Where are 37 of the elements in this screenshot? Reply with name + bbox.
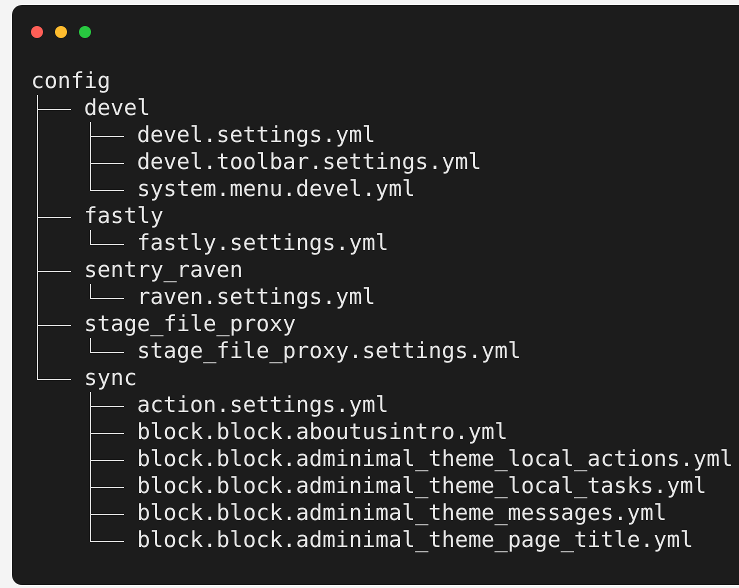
tree-item: devel.settings.yml [136, 122, 376, 149]
tree-item: block.block.adminimal_theme_page_title.yml [136, 527, 694, 554]
maximize-button[interactable] [79, 26, 91, 38]
tree-branch [90, 473, 124, 500]
tree-item: fastly.settings.yml [136, 230, 389, 257]
tree-branch [36, 365, 71, 380]
tree-item: stage_file_proxy [84, 311, 296, 338]
tree-branch [90, 446, 124, 473]
tree-item: system.menu.devel.yml [136, 176, 416, 203]
tree-item: block.block.adminimal_theme_messages.yml [136, 500, 667, 527]
tree-branch [90, 122, 124, 149]
tree-branch [90, 230, 124, 244]
tree-item: sentry_raven [84, 257, 243, 284]
tree-item: block.block.adminimal_theme_local_tasks.yml [136, 473, 706, 500]
tree-item: sync [84, 365, 137, 392]
tree-branch [90, 419, 124, 446]
tree-branch [36, 203, 71, 230]
minimize-button[interactable] [55, 26, 67, 38]
tree-item: block.block.aboutusintro.yml [136, 419, 508, 446]
tree-branch [36, 95, 71, 122]
tree-branch [90, 338, 124, 352]
tree-line [36, 284, 38, 311]
tree-branch [90, 392, 124, 419]
tree-item: block.block.adminimal_theme_local_actions.yml [136, 446, 733, 473]
tree-item: action.settings.yml [136, 392, 389, 419]
tree-item: config [31, 68, 110, 95]
tree-branch [90, 284, 124, 298]
close-button[interactable] [31, 26, 43, 38]
tree-item: raven.settings.yml [136, 284, 376, 311]
tree-item: devel.toolbar.settings.yml [136, 149, 482, 176]
tree-item: devel [84, 95, 150, 122]
tree-branch [36, 311, 71, 338]
tree-line [36, 230, 38, 257]
tree-item: stage_file_proxy.settings.yml [136, 338, 522, 365]
tree-line [36, 338, 38, 365]
tree-item: fastly [84, 203, 164, 230]
tree-branch [36, 257, 71, 284]
